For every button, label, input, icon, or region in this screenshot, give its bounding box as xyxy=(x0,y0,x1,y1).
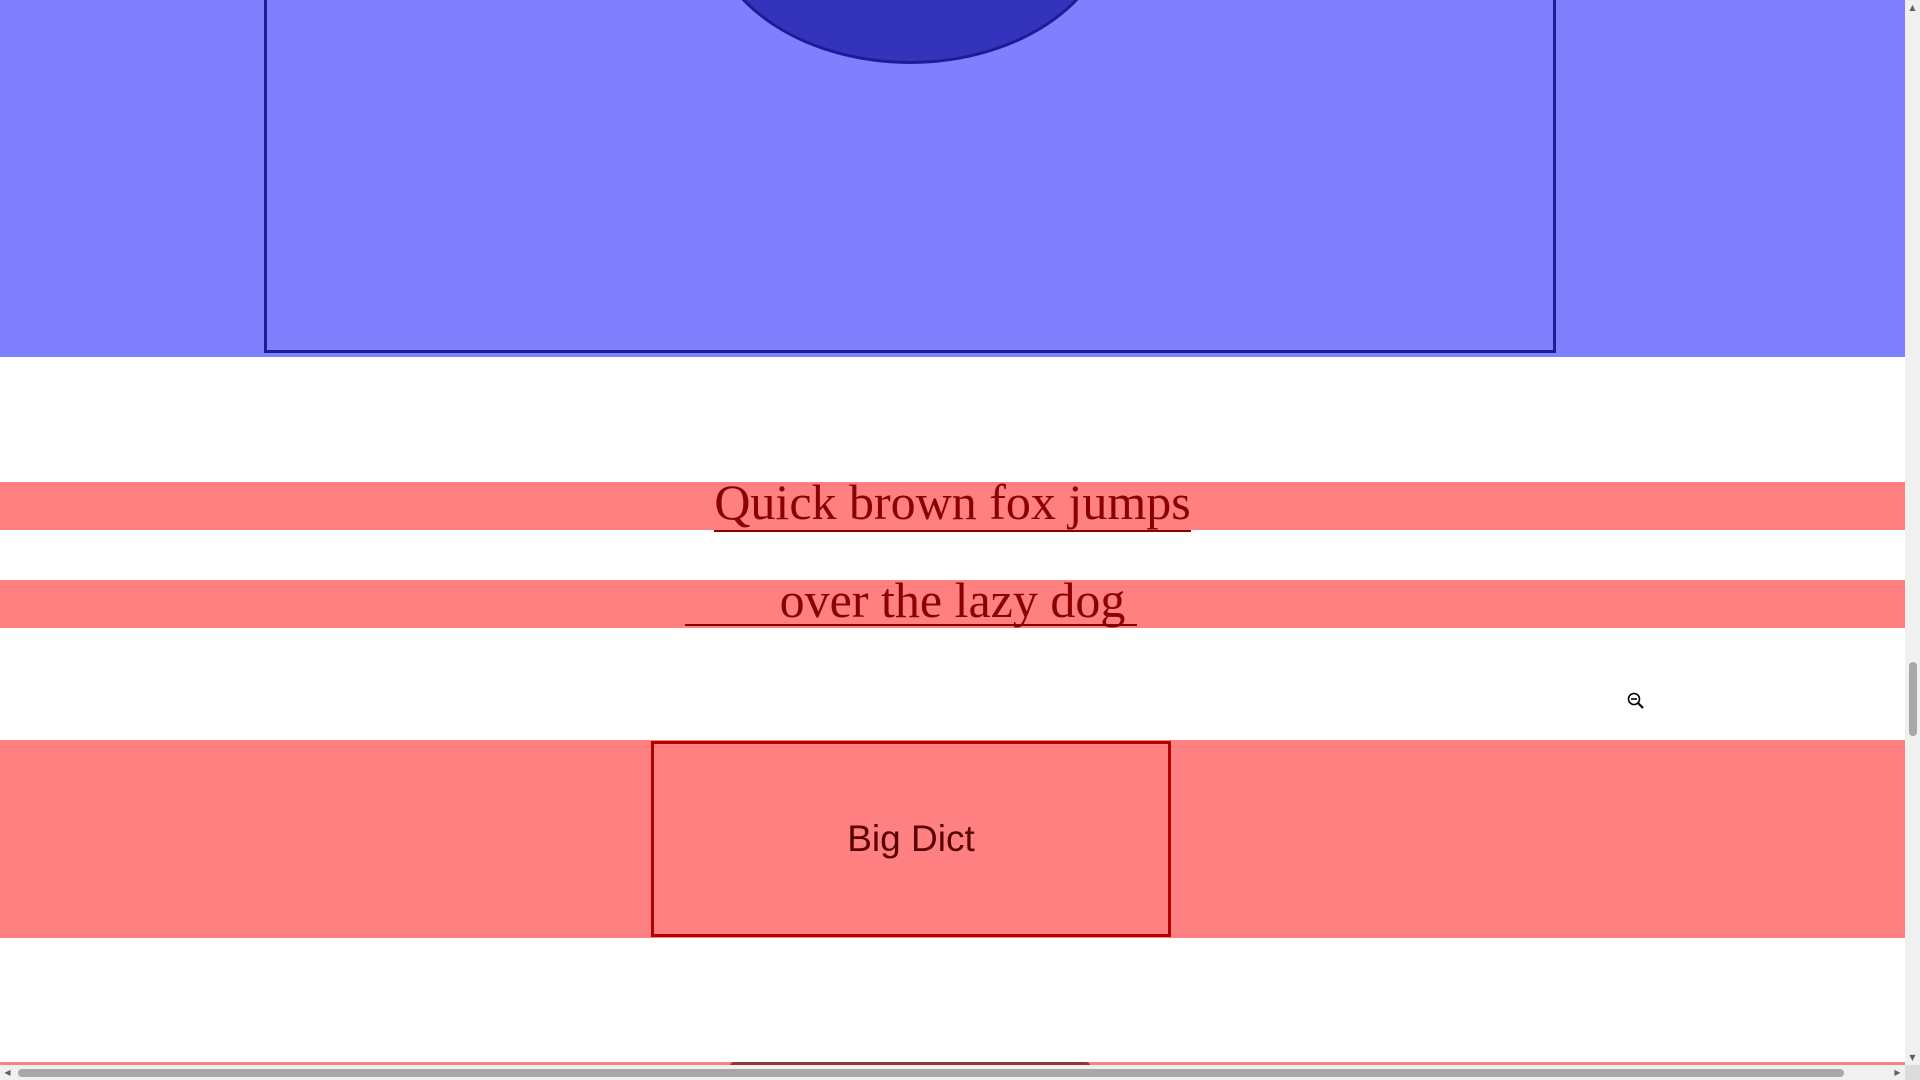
vertical-scrollbar[interactable]: ▲ ▼ xyxy=(1905,0,1920,1065)
text-line-2-content: over the lazy dog xyxy=(779,572,1126,628)
zoom-out-icon xyxy=(1627,692,1644,709)
arrow-right-icon[interactable]: ▶ xyxy=(1890,1065,1905,1080)
text-line-2-underline xyxy=(685,624,1137,626)
horizontal-scrollbar[interactable]: ◀ ▶ xyxy=(0,1065,1905,1080)
arrow-left-icon[interactable]: ◀ xyxy=(0,1065,15,1080)
vertical-scrollbar-thumb[interactable] xyxy=(1909,662,1917,736)
big-dict-button-label: Big Dict xyxy=(847,818,975,859)
page-viewport: Quick brown fox jumps over the lazy dog … xyxy=(0,0,1905,1065)
text-line-2: over the lazy dog xyxy=(0,575,1905,625)
arrow-up-icon[interactable]: ▲ xyxy=(1905,0,1920,15)
text-line-1-content: Quick brown fox jumps xyxy=(714,474,1191,532)
text-line-1: Quick brown fox jumps xyxy=(0,474,1905,532)
scrollbar-corner xyxy=(1905,1065,1920,1080)
arrow-down-icon[interactable]: ▼ xyxy=(1905,1050,1920,1065)
horizontal-scrollbar-thumb[interactable] xyxy=(18,1069,1844,1077)
big-dict-button[interactable]: Big Dict xyxy=(651,741,1171,937)
